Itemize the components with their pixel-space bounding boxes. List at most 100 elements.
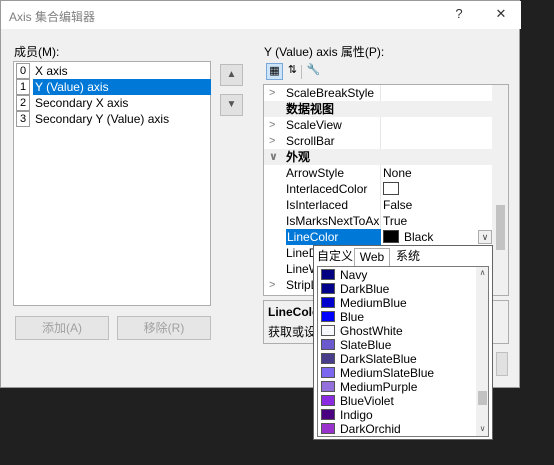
color-scrollbar-thumb[interactable] xyxy=(478,391,487,405)
list-item-name: Secondary Y (Value) axis xyxy=(35,112,170,126)
expand-chevron-icon[interactable]: > xyxy=(269,117,281,133)
color-item[interactable]: GhostWhite xyxy=(318,324,474,338)
color-name: Blue xyxy=(340,310,365,324)
color-item[interactable]: Indigo xyxy=(318,408,474,422)
expand-chevron-icon[interactable]: > xyxy=(269,85,281,101)
color-name: Indigo xyxy=(340,408,373,422)
color-picker-popup[interactable]: 自定义 Web 系统 ∧ ∨ Navy DarkBlue MediumBlue Blu… xyxy=(313,245,493,440)
list-item[interactable]: 1Y (Value) axis xyxy=(15,79,211,95)
color-item[interactable]: MediumSlateBlue xyxy=(318,366,474,380)
list-item[interactable]: 0 X axis xyxy=(15,63,209,79)
alphabetical-sort-icon[interactable]: ⇅ xyxy=(284,63,301,80)
property-name: 外观 xyxy=(286,150,311,164)
help-button[interactable]: ? xyxy=(447,6,471,24)
tab-web[interactable]: Web xyxy=(354,248,390,266)
categorized-view-icon[interactable]: ▦ xyxy=(266,63,283,80)
scroll-up-icon[interactable]: ∧ xyxy=(476,267,488,279)
property-value[interactable] xyxy=(381,85,496,101)
expand-chevron-icon[interactable]: ∨ xyxy=(269,149,281,165)
scroll-down-icon[interactable]: ∨ xyxy=(476,423,488,435)
property-name: InterlacedColor xyxy=(286,182,368,196)
color-swatch xyxy=(321,339,335,350)
color-swatch xyxy=(321,367,335,378)
property-row[interactable]: > ScaleView xyxy=(264,117,496,133)
property-row[interactable]: > ScaleBreakStyle xyxy=(264,85,496,101)
list-item-name: Y (Value) axis xyxy=(33,79,211,95)
property-value-text: True xyxy=(383,214,408,228)
expand-chevron-icon[interactable]: > xyxy=(269,133,281,149)
wrench-icon[interactable]: 🔧 xyxy=(305,63,322,80)
ok-button-edge[interactable] xyxy=(496,352,508,376)
color-name: GhostWhite xyxy=(340,324,403,338)
color-name: MediumSlateBlue xyxy=(340,366,435,380)
tab-system[interactable]: 系统 xyxy=(390,248,426,265)
color-swatch xyxy=(321,283,335,294)
property-name: ScaleView xyxy=(286,118,342,132)
list-item-index: 3 xyxy=(16,111,30,127)
property-name: ArrowStyle xyxy=(286,166,345,180)
property-row[interactable]: LineColor Black xyxy=(264,229,496,245)
close-button[interactable]: ✕ xyxy=(489,6,513,24)
color-list[interactable]: ∧ ∨ Navy DarkBlue MediumBlue Blue GhostWhite… xyxy=(317,266,489,437)
dropdown-chevron-icon[interactable]: ∨ xyxy=(478,230,492,244)
color-swatch xyxy=(321,381,335,392)
list-item-name: Secondary X axis xyxy=(35,96,129,110)
color-item[interactable]: DarkOrchid xyxy=(318,422,474,436)
color-swatch xyxy=(321,353,335,364)
color-item[interactable]: MediumBlue xyxy=(318,296,474,310)
color-item[interactable]: DarkBlue xyxy=(318,282,474,296)
scrollbar-thumb[interactable] xyxy=(496,205,505,250)
property-value-text: False xyxy=(383,198,413,212)
tab-custom[interactable]: 自定义 xyxy=(316,248,354,265)
remove-button[interactable]: 移除(R) xyxy=(117,316,211,340)
color-name: Navy xyxy=(340,268,368,282)
color-swatch xyxy=(321,311,335,322)
color-item[interactable]: SlateBlue xyxy=(318,338,474,352)
property-grid-scrollbar[interactable] xyxy=(492,85,508,295)
list-item[interactable]: 3 Secondary Y (Value) axis xyxy=(15,111,209,127)
color-item[interactable]: DarkSlateBlue xyxy=(318,352,474,366)
color-swatch xyxy=(321,297,335,308)
expand-chevron-icon[interactable]: > xyxy=(269,277,281,293)
move-down-button[interactable]: ▼ xyxy=(220,94,243,116)
property-name: 数据视图 xyxy=(286,102,335,116)
property-value[interactable]: True xyxy=(381,213,496,229)
property-name: ScrollBar xyxy=(286,134,335,148)
property-value[interactable] xyxy=(381,117,496,133)
property-value[interactable] xyxy=(381,181,496,197)
property-value[interactable] xyxy=(381,133,496,149)
property-row[interactable]: > ScrollBar xyxy=(264,133,496,149)
color-item[interactable]: Navy xyxy=(318,268,474,282)
color-swatch xyxy=(321,269,335,280)
title-bar[interactable]: Axis 集合编辑器 ? ✕ xyxy=(1,1,521,29)
property-value[interactable]: None xyxy=(381,165,496,181)
move-up-button[interactable]: ▲ xyxy=(220,64,243,86)
color-name: MediumBlue xyxy=(340,296,407,310)
list-item-name: X axis xyxy=(35,64,68,78)
property-row[interactable]: IsInterlaced False xyxy=(264,197,496,213)
list-item-index: 0 xyxy=(16,63,30,79)
property-row[interactable]: 数据视图 xyxy=(264,101,496,117)
property-value[interactable]: False xyxy=(381,197,496,213)
color-name: BlueViolet xyxy=(340,394,394,408)
color-name: DarkBlue xyxy=(340,282,390,296)
color-item[interactable]: BlueViolet xyxy=(318,394,474,408)
property-name: ScaleBreakStyle xyxy=(286,86,375,100)
color-name: DarkSlateBlue xyxy=(340,352,417,366)
color-swatch xyxy=(383,182,399,195)
list-item[interactable]: 2 Secondary X axis xyxy=(15,95,209,111)
color-item[interactable]: Blue xyxy=(318,310,474,324)
property-row[interactable]: InterlacedColor xyxy=(264,181,496,197)
color-swatch xyxy=(321,409,335,420)
members-listbox[interactable]: 0 X axis 1 Y (Value) axis 2 Secondary X axis 3… xyxy=(13,61,211,306)
color-name: MediumPurple xyxy=(340,380,418,394)
property-row[interactable]: ArrowStyle None xyxy=(264,165,496,181)
property-row[interactable]: IsMarksNextToAxis True xyxy=(264,213,496,229)
color-list-scrollbar[interactable]: ∧ ∨ xyxy=(476,267,488,436)
color-item[interactable]: MediumPurple xyxy=(318,380,474,394)
property-value-text: None xyxy=(383,166,412,180)
color-swatch xyxy=(321,423,335,434)
color-swatch xyxy=(383,230,399,243)
property-row[interactable]: ∨ 外观 xyxy=(264,149,496,165)
add-button[interactable]: 添加(A) xyxy=(15,316,109,340)
